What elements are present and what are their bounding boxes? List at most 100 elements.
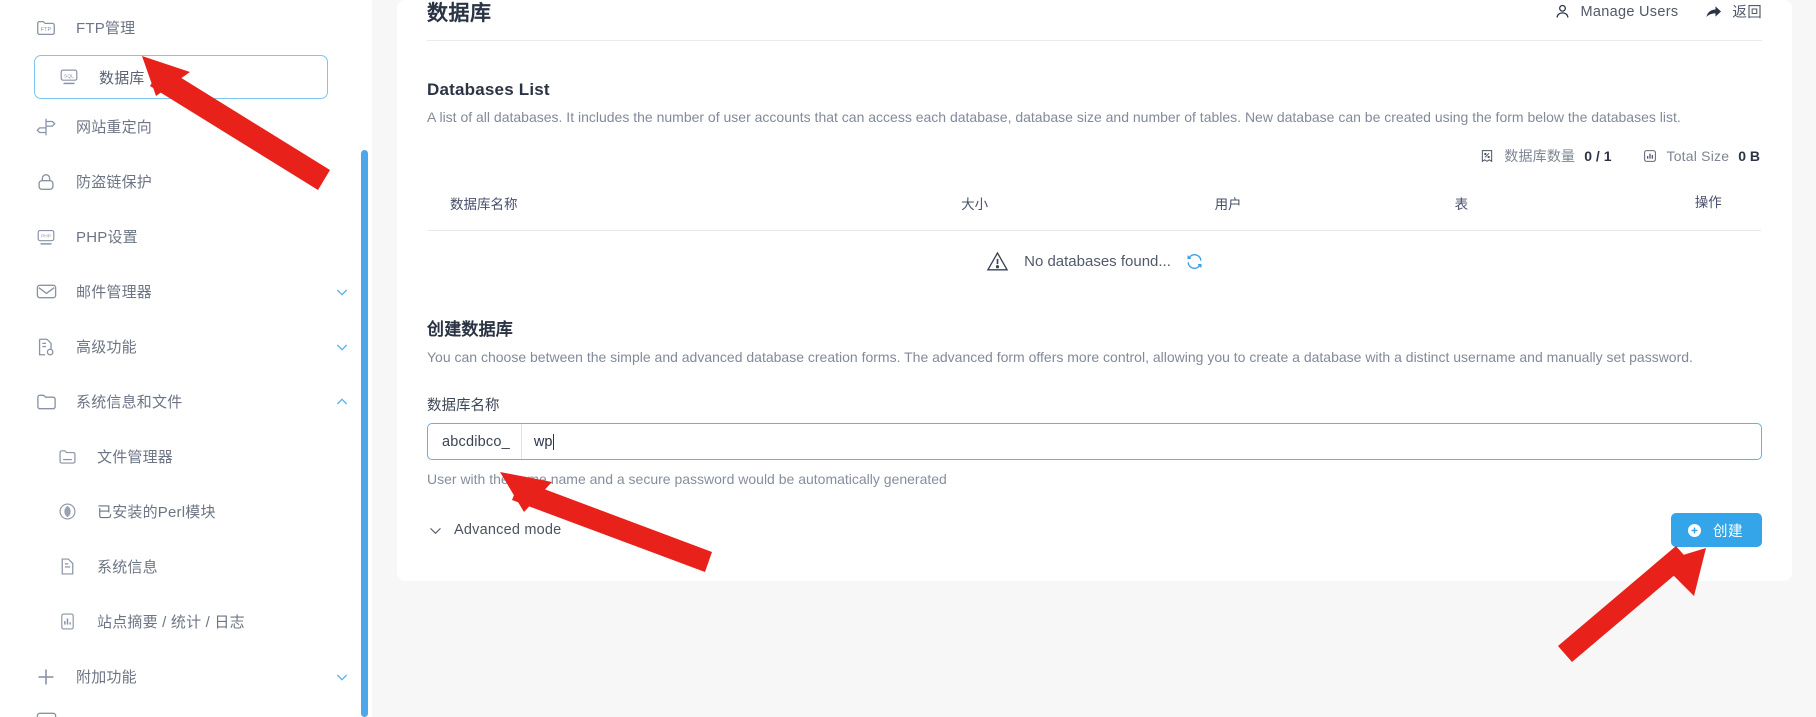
sidebar-group-addons[interactable]: 附加功能	[0, 649, 372, 704]
stat-value: 0 / 1	[1584, 147, 1612, 164]
sidebar-item-database[interactable]: SQL 数据库	[34, 55, 328, 99]
folder-icon	[34, 390, 58, 414]
sidebar-scrollbar-thumb[interactable]	[361, 150, 368, 717]
database-name-help-text: User with the same name and a secure pas…	[427, 471, 947, 488]
sidebar-group-system-info-files[interactable]: 系统信息和文件	[0, 374, 372, 429]
databases-table: 数据库名称 大小 用户 表 操作 No databases found...	[427, 175, 1762, 293]
sidebar-item-ftp[interactable]: FTP FTP管理	[0, 0, 372, 55]
database-name-input[interactable]: wp	[522, 424, 1761, 459]
page-title: 数据库	[427, 1, 492, 25]
refresh-icon[interactable]	[1185, 252, 1204, 271]
sidebar-item-label: 防盗链保护	[76, 174, 153, 191]
sidebar-item-label: 系统信息和文件	[76, 394, 183, 411]
warning-triangle-icon	[985, 249, 1010, 274]
chevron-down-icon[interactable]	[334, 339, 350, 355]
advanced-mode-label: Advanced mode	[454, 522, 562, 539]
text-caret	[553, 433, 555, 450]
sidebar-group-advanced[interactable]: 高级功能	[0, 319, 372, 374]
table-header: 数据库名称 大小 用户 表 操作	[428, 176, 1761, 231]
svg-text:FTP: FTP	[41, 26, 52, 32]
sidebar-item-label: 附加功能	[76, 669, 137, 686]
create-button[interactable]: 创建	[1671, 513, 1762, 548]
stats-row: 数据库数量 0 / 1 Total Size 0 B	[427, 146, 1762, 166]
file-lines-icon	[55, 555, 79, 579]
main-content: 数据库 Manage Users 返回 Databases List A lis…	[372, 0, 1816, 717]
sidebar: FTP FTP管理 SQL 数据库 网站重定向 防盗链保护 PHP PHP设置 …	[0, 0, 372, 717]
sql-database-icon: SQL	[57, 65, 81, 89]
create-database-description: You can choose between the simple and ad…	[427, 348, 1693, 365]
column-header-size[interactable]: 大小	[961, 176, 1215, 231]
svg-text:SQL: SQL	[64, 73, 74, 79]
column-header-actions: 操作	[1694, 176, 1761, 231]
manage-users-button[interactable]: Manage Users	[1554, 3, 1678, 20]
table-empty-row: No databases found...	[428, 230, 1761, 292]
column-header-users[interactable]: 用户	[1214, 176, 1455, 231]
column-header-name[interactable]: 数据库名称	[428, 176, 962, 231]
sidebar-item-perl-modules[interactable]: 已安装的Perl模块	[0, 484, 372, 539]
percent-box-icon	[1479, 148, 1495, 164]
stat-label: Total Size	[1666, 147, 1730, 164]
share-arrow-icon	[1704, 2, 1723, 21]
php-icon: PHP	[34, 225, 58, 249]
back-button[interactable]: 返回	[1704, 1, 1762, 22]
stat-total-size: Total Size 0 B	[1642, 147, 1760, 164]
sidebar-item-system-information[interactable]: 系统信息	[0, 539, 372, 594]
table-empty-cell: No databases found...	[428, 230, 1761, 292]
database-name-input-wrapper[interactable]: abcdibco_ wp	[427, 423, 1762, 461]
sidebar-item-file-manager[interactable]: 文件管理器	[0, 429, 372, 484]
ftp-folder-icon: FTP	[34, 16, 58, 40]
sidebar-item-label: 网站重定向	[76, 119, 153, 136]
column-header-tables[interactable]: 表	[1454, 176, 1695, 231]
stat-database-count: 数据库数量 0 / 1	[1479, 146, 1612, 166]
chevron-down-icon[interactable]	[334, 669, 350, 685]
sidebar-item-label: 邮件管理器	[76, 284, 153, 301]
manage-users-label: Manage Users	[1580, 3, 1679, 20]
advanced-mode-toggle[interactable]: Advanced mode	[427, 522, 561, 539]
sidebar-group-mail-manager[interactable]: 邮件管理器	[0, 264, 372, 319]
envelope-icon	[34, 280, 58, 304]
plus-circle-icon	[1686, 522, 1703, 539]
header-actions: Manage Users 返回	[1554, 1, 1762, 22]
sidebar-item-partial[interactable]	[0, 704, 372, 717]
table-empty-text: No databases found...	[1024, 252, 1171, 270]
user-icon	[1554, 3, 1571, 20]
sidebar-item-label: 文件管理器	[97, 449, 174, 466]
document-gear-icon	[34, 335, 58, 359]
sidebar-nav: FTP FTP管理 SQL 数据库 网站重定向 防盗链保护 PHP PHP设置 …	[0, 0, 372, 717]
databases-list-description: A list of all databases. It includes the…	[427, 109, 1681, 125]
create-form-footer: Advanced mode 创建	[427, 513, 1762, 548]
databases-list-title: Databases List	[427, 80, 550, 99]
signpost-icon	[34, 115, 58, 139]
app-root: FTP FTP管理 SQL 数据库 网站重定向 防盗链保护 PHP PHP设置 …	[0, 0, 1816, 717]
stat-label: 数据库数量	[1504, 147, 1576, 164]
chevron-up-icon[interactable]	[334, 394, 350, 410]
sidebar-item-label: PHP设置	[76, 229, 138, 246]
sidebar-item-label: 已安装的Perl模块	[97, 504, 216, 521]
database-name-label: 数据库名称	[427, 398, 500, 415]
plus-icon	[34, 665, 58, 689]
table-body: No databases found...	[428, 230, 1761, 292]
sidebar-item-redirect[interactable]: 网站重定向	[0, 99, 372, 154]
lock-icon	[34, 170, 58, 194]
sidebar-item-label: 系统信息	[97, 559, 158, 576]
sidebar-item-label: FTP管理	[76, 20, 136, 37]
svg-text:PHP: PHP	[41, 233, 51, 239]
sidebar-item-hotlink-protection[interactable]: 防盗链保护	[0, 154, 372, 209]
chevron-down-icon[interactable]	[334, 284, 350, 300]
create-button-label: 创建	[1713, 523, 1743, 540]
table-header-row: 数据库名称 大小 用户 表 操作	[428, 176, 1761, 231]
sidebar-item-site-summary-stats-logs[interactable]: 站点摘要 / 统计 / 日志	[0, 594, 372, 649]
create-database-title: 创建数据库	[427, 319, 513, 339]
back-label: 返回	[1732, 5, 1762, 21]
stat-value: 0 B	[1738, 147, 1760, 164]
sidebar-item-php-settings[interactable]: PHP PHP设置	[0, 209, 372, 264]
bar-chart-file-icon	[55, 610, 79, 634]
sidebar-item-label: 站点摘要 / 统计 / 日志	[97, 614, 245, 631]
sidebar-scrollbar-track[interactable]	[361, 0, 370, 717]
envelope-icon	[34, 707, 58, 717]
sidebar-item-label: 数据库	[99, 69, 145, 87]
perl-icon	[55, 500, 79, 524]
folder-open-icon	[55, 445, 79, 469]
database-name-value: wp	[533, 433, 553, 450]
sidebar-item-label: 高级功能	[76, 339, 137, 356]
